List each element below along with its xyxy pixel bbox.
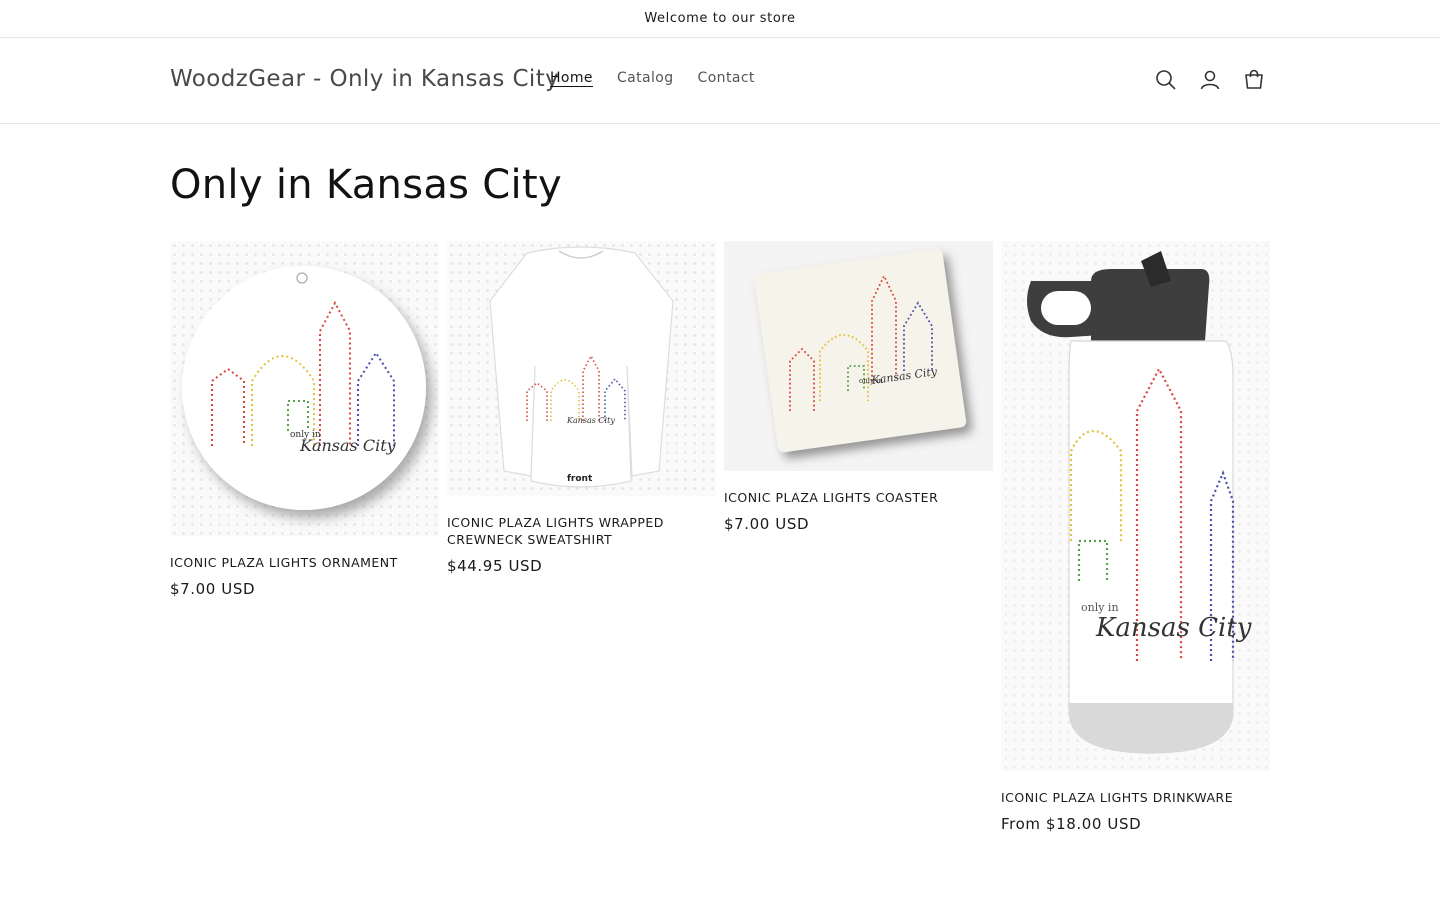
shirt-tag-text: front: [567, 474, 593, 484]
product-card[interactable]: only in Kansas City ICONIC PLAZA LIGHTS …: [170, 241, 439, 598]
store-logo[interactable]: WoodzGear - Only in Kansas City: [170, 66, 559, 92]
product-price: $44.95 USD: [447, 557, 543, 575]
site-header: WoodzGear - Only in Kansas City Home Cat…: [0, 38, 1440, 124]
product-name[interactable]: ICONIC PLAZA LIGHTS COASTER: [724, 489, 993, 506]
account-icon[interactable]: [1194, 64, 1226, 96]
product-card[interactable]: only in Kansas City ICONIC PLAZA LIGHTS …: [724, 241, 993, 533]
search-icon[interactable]: [1150, 64, 1182, 96]
product-image[interactable]: only in Kansas City: [1001, 241, 1270, 771]
product-price: $7.00 USD: [170, 580, 256, 598]
announcement-bar: Welcome to our store: [0, 0, 1440, 38]
header-icons: [1150, 64, 1270, 96]
collection-title: Only in Kansas City: [170, 162, 562, 208]
product-price: From $18.00 USD: [1001, 815, 1142, 833]
product-name[interactable]: ICONIC PLAZA LIGHTS DRINKWARE: [1001, 789, 1270, 806]
nav-contact[interactable]: Contact: [698, 70, 755, 86]
product-name[interactable]: ICONIC PLAZA LIGHTS WRAPPED CREWNECK SWE…: [447, 514, 716, 548]
announcement-text: Welcome to our store: [644, 11, 796, 26]
artwork-text-large: Kansas City: [299, 436, 397, 455]
nav-home[interactable]: Home: [550, 70, 593, 86]
product-name[interactable]: ICONIC PLAZA LIGHTS ORNAMENT: [170, 554, 439, 571]
product-price: $7.00 USD: [724, 515, 810, 533]
product-image[interactable]: only in Kansas City: [724, 241, 993, 471]
product-image[interactable]: Kansas City front: [447, 241, 716, 496]
artwork-text-large: Kansas City: [566, 416, 615, 425]
artwork-text-large: Kansas City: [1095, 613, 1252, 643]
product-card[interactable]: only in Kansas City ICONIC PLAZA LIGHTS …: [1001, 241, 1270, 833]
product-card[interactable]: Kansas City front ICONIC PLAZA LIGHTS WR…: [447, 241, 716, 575]
nav-catalog[interactable]: Catalog: [617, 70, 674, 86]
cart-icon[interactable]: [1238, 64, 1270, 96]
main-nav: Home Catalog Contact: [550, 70, 755, 86]
product-image[interactable]: only in Kansas City: [170, 241, 439, 536]
